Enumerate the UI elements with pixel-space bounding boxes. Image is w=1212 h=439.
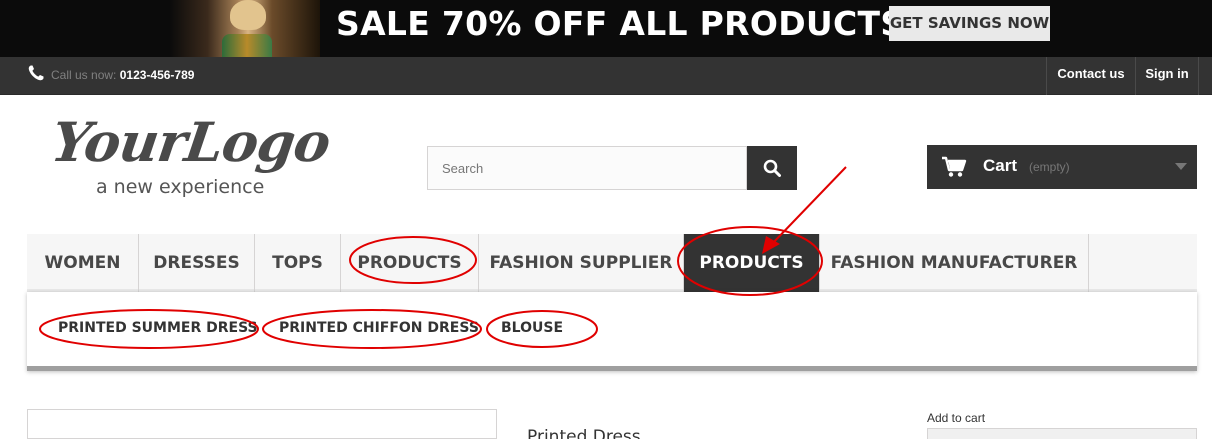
main-menu: WOMEN DRESSES TOPS PRODUCTS FASHION SUPP… [27,234,1197,292]
search-button[interactable] [747,146,797,190]
search-input[interactable] [427,146,747,190]
product-title: Printed Dress [527,427,641,439]
add-to-cart-label: Add to cart [927,411,986,425]
menu-item-products-active[interactable]: PRODUCTS [684,234,820,292]
menu-item-women[interactable]: WOMEN [27,234,139,292]
cart-status: (empty) [1029,160,1070,174]
menu-item-dresses[interactable]: DRESSES [139,234,255,292]
contact-us-link[interactable]: Contact us [1046,57,1135,95]
submenu-item-printed-summer-dress[interactable]: PRINTED SUMMER DRESS [58,320,258,336]
menu-item-fashion-supplier[interactable]: FASHION SUPPLIER [479,234,684,292]
phone-number: 0123-456-789 [119,68,195,82]
search-icon [763,159,781,177]
submenu-item-printed-chiffon-dress[interactable]: PRINTED CHIFFON DRESS [279,320,479,336]
top-nav-bar: Call us now: 0123-456-789 Contact us Sig… [0,57,1212,95]
products-submenu: PRINTED SUMMER DRESS PRINTED CHIFFON DRE… [27,292,1197,371]
menu-item-products[interactable]: PRODUCTS [341,234,479,292]
page: SALE 70% OFF ALL PRODUCTS GET SAVINGS NO… [0,0,1212,439]
cart-label: Cart [983,156,1018,175]
get-savings-button[interactable]: GET SAVINGS NOW [889,6,1050,41]
add-to-cart-box[interactable] [927,428,1197,439]
promo-banner[interactable]: SALE 70% OFF ALL PRODUCTS GET SAVINGS NO… [0,0,1212,57]
submenu-item-blouse[interactable]: BLOUSE [501,320,563,336]
product-image [27,409,497,439]
menu-item-fashion-manufacturer[interactable]: FASHION MANUFACTURER [820,234,1089,292]
phone-icon [28,65,44,81]
promo-model-image [170,0,320,57]
chevron-down-icon[interactable] [1175,163,1187,170]
promo-headline: SALE 70% OFF ALL PRODUCTS [336,4,905,43]
site-logo[interactable]: YourLogo a new experience [48,110,342,205]
logo-tagline: a new experience [96,176,265,198]
sign-in-link[interactable]: Sign in [1135,57,1199,95]
cart-block[interactable]: Cart (empty) [927,145,1197,189]
call-us-text: Call us now: 0123-456-789 [51,68,194,82]
cart-icon [942,156,967,177]
logo-text: YourLogo [47,110,334,174]
call-us-label: Call us now: [51,68,117,82]
menu-item-tops[interactable]: TOPS [255,234,341,292]
